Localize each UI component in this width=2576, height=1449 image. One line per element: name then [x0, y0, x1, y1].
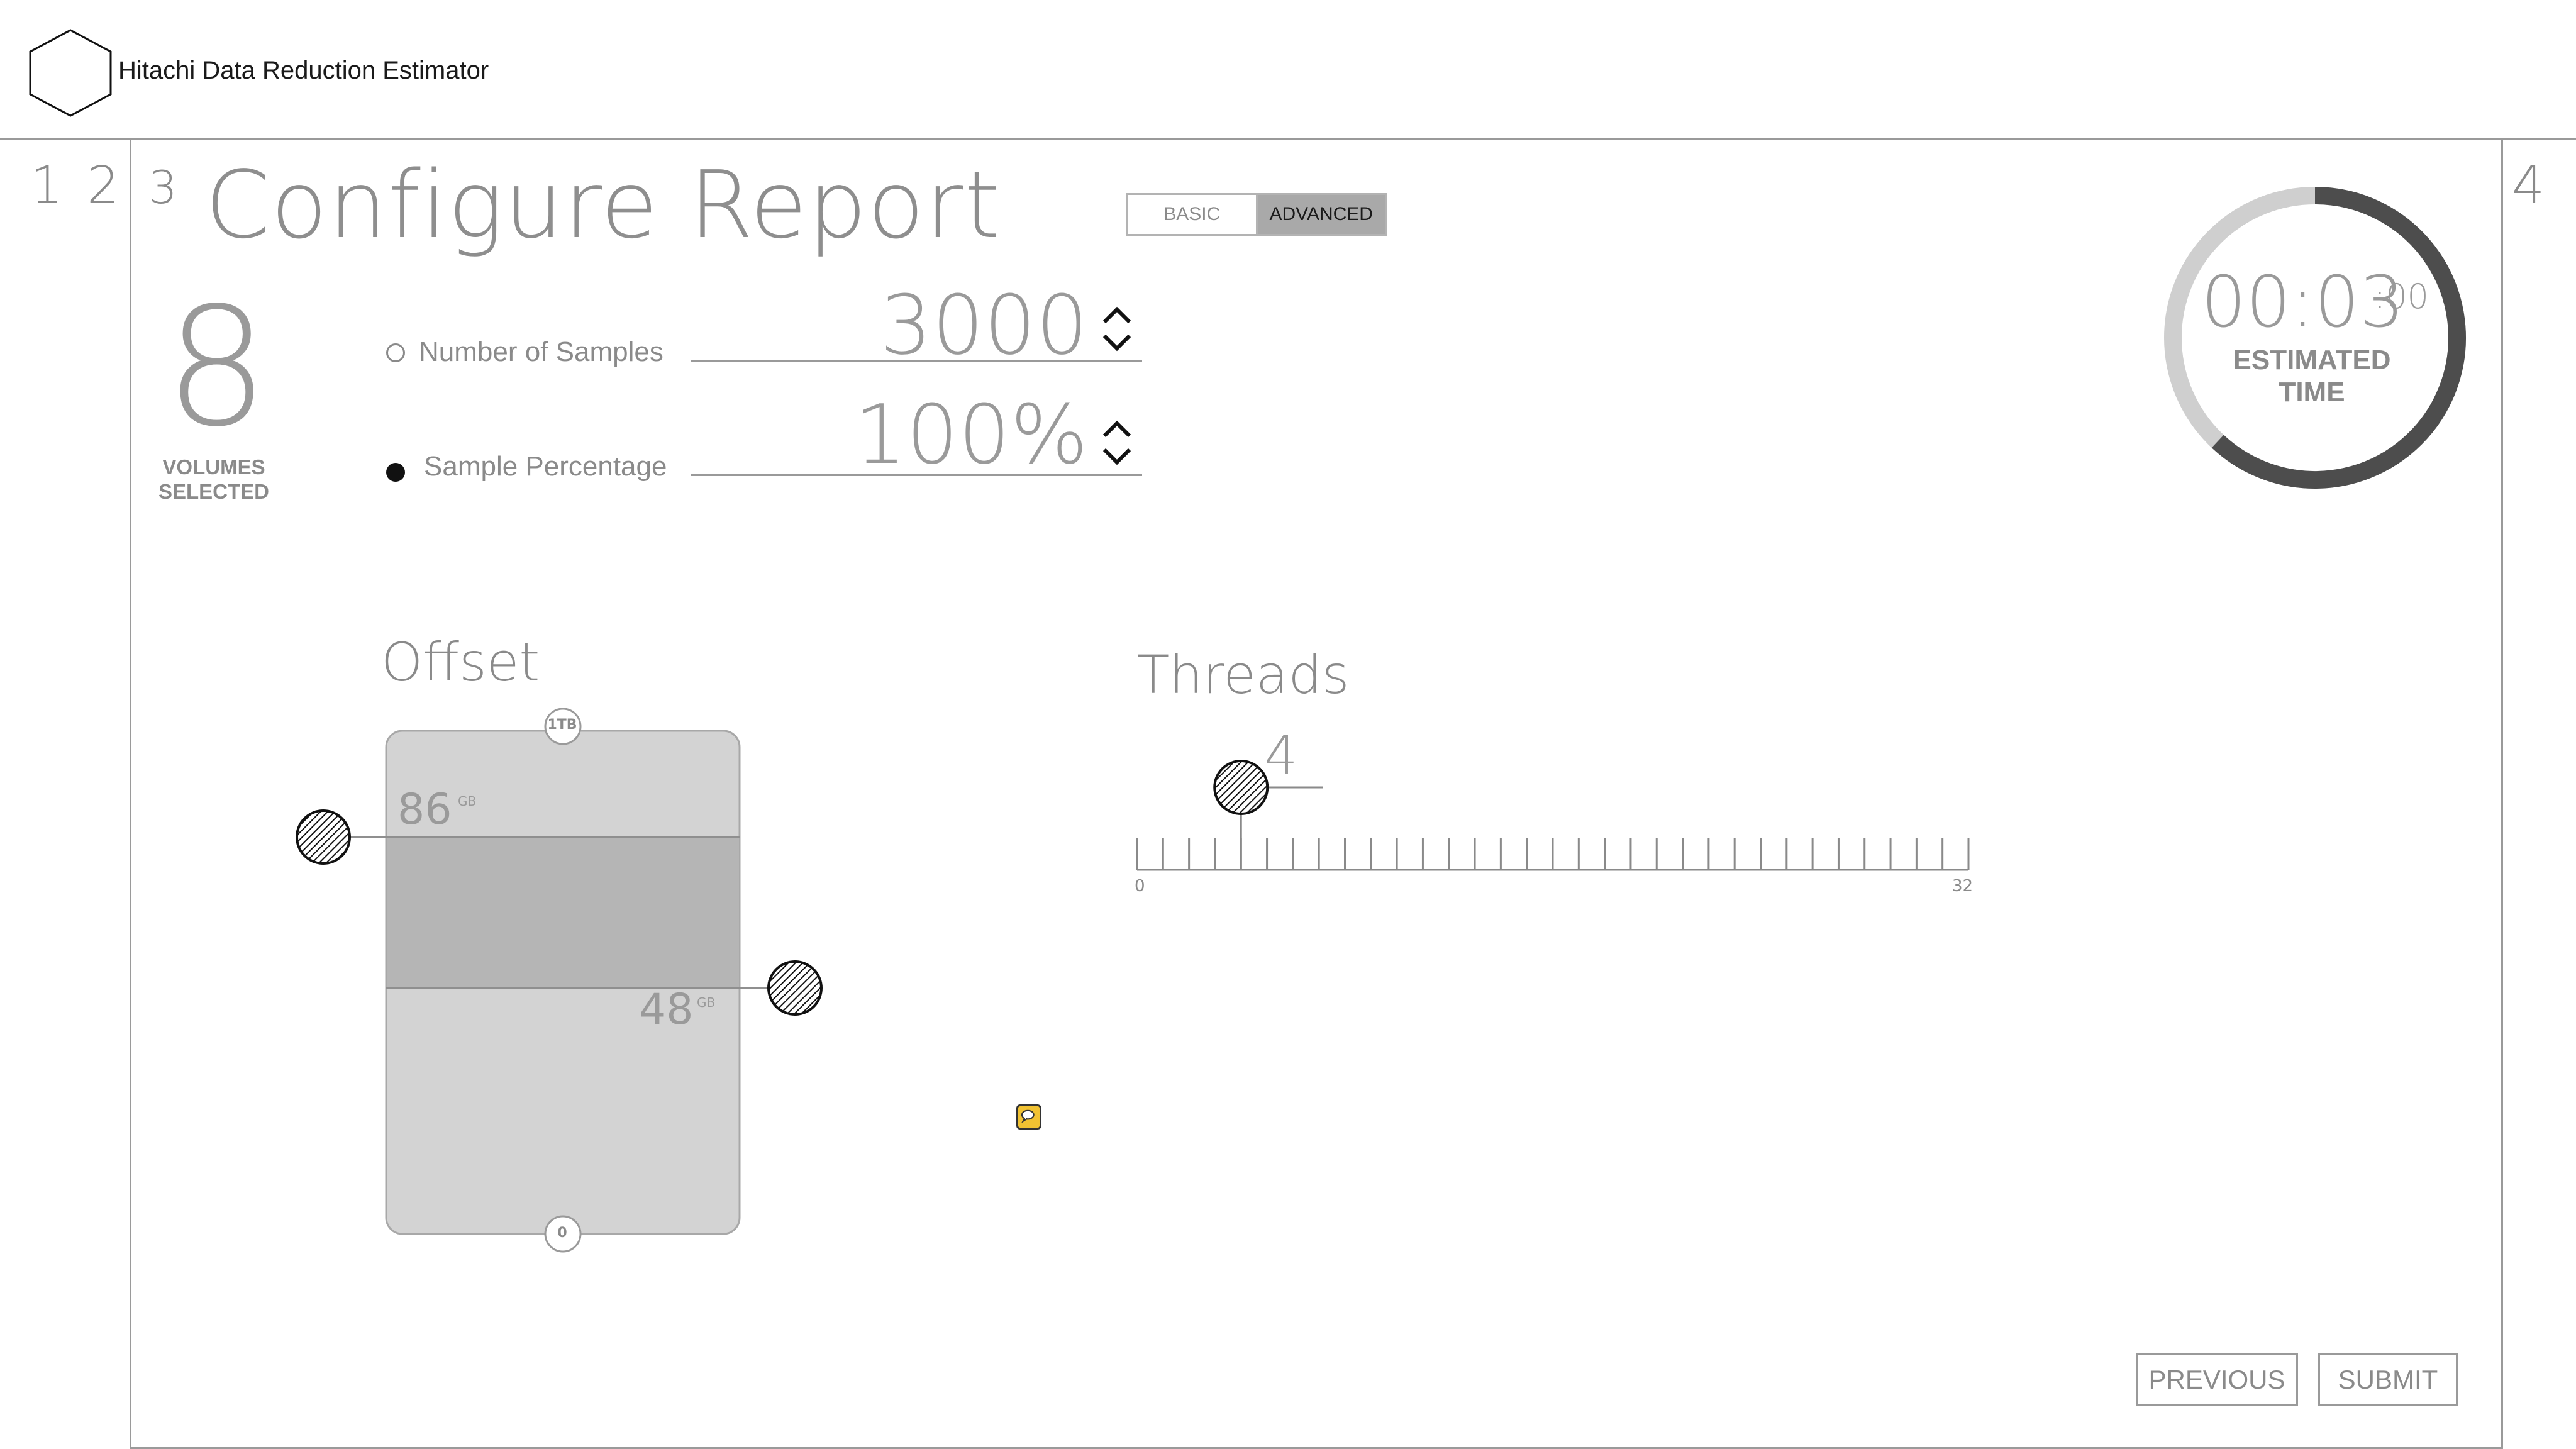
- estimated-time-label-line-1: ESTIMATED: [2233, 345, 2391, 375]
- chevron-up-icon: [1102, 306, 1131, 324]
- chevron-up-icon: [1102, 420, 1131, 438]
- offset-min-label: 0: [557, 1225, 567, 1241]
- volume-label-line-1: VOLUMES: [162, 455, 265, 479]
- threads-slider[interactable]: [1126, 748, 1981, 899]
- percentage-radio[interactable]: [386, 463, 405, 482]
- app-title: Hitachi Data Reduction Estimator: [118, 57, 489, 84]
- threads-value: 4: [1264, 724, 1298, 786]
- offset-upper-unit: GB: [458, 794, 477, 809]
- percentage-value[interactable]: 100%: [711, 394, 1088, 475]
- volume-label: VOLUMES SELECTED: [151, 455, 277, 504]
- mode-toggle: BASIC ADVANCED: [1126, 193, 1387, 236]
- chevron-down-icon: [1102, 448, 1131, 465]
- samples-label: Number of Samples: [419, 336, 663, 367]
- step-2-link[interactable]: 2: [87, 160, 119, 212]
- samples-stepper[interactable]: [1098, 301, 1136, 357]
- percentage-stepper[interactable]: [1098, 414, 1136, 471]
- offset-lower-unit: GB: [697, 995, 716, 1010]
- speech-bubble-icon: [1021, 1109, 1035, 1123]
- page-title: Configure Report: [205, 151, 1001, 259]
- threads-min-label: 0: [1135, 877, 1145, 896]
- threads-handle: [1213, 760, 1269, 815]
- step-4-link[interactable]: 4: [2512, 160, 2545, 212]
- threads-title: Threads: [1137, 644, 1350, 706]
- offset-lower-value: 48: [639, 985, 694, 1035]
- percentage-label: Sample Percentage: [424, 451, 667, 482]
- threads-ticks: [1136, 838, 1970, 870]
- chevron-down-icon: [1102, 334, 1131, 352]
- previous-button[interactable]: PREVIOUS: [2136, 1353, 2298, 1406]
- percentage-underline: [691, 474, 1142, 476]
- samples-underline: [691, 360, 1142, 362]
- samples-radio[interactable]: [386, 343, 405, 362]
- estimated-time-label-line-2: TIME: [2279, 376, 2345, 408]
- offset-range-control: [296, 708, 823, 1253]
- submit-button[interactable]: SUBMIT: [2318, 1353, 2458, 1406]
- samples-value[interactable]: 3000: [711, 284, 1088, 366]
- comment-icon[interactable]: [1016, 1104, 1041, 1130]
- volume-count: 8: [165, 273, 269, 463]
- offset-selected-range: [387, 837, 739, 988]
- mode-advanced-button[interactable]: ADVANCED: [1257, 195, 1385, 234]
- offset-upper-handle: [296, 809, 351, 865]
- volume-label-line-2: SELECTED: [158, 479, 270, 503]
- offset-title: Offset: [381, 631, 540, 693]
- mode-basic-button[interactable]: BASIC: [1128, 195, 1258, 234]
- logo-hexagon-icon: [29, 29, 112, 117]
- offset-max-label: 1TB: [547, 717, 577, 733]
- step-1-link[interactable]: 1: [30, 160, 63, 212]
- estimated-time-label: ESTIMATED TIME: [2218, 345, 2406, 408]
- estimated-time-seconds: :00: [2374, 277, 2429, 316]
- threads-max-label: 32: [1952, 877, 1974, 896]
- offset-lower-handle: [767, 960, 823, 1016]
- offset-upper-value: 86: [397, 785, 452, 835]
